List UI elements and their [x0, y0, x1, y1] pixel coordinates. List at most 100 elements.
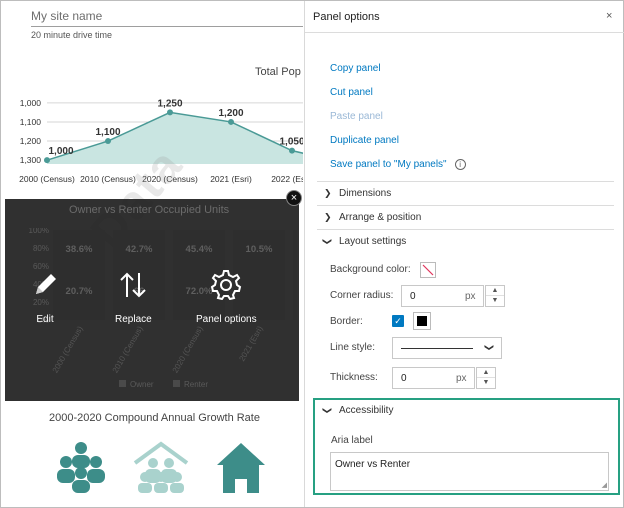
background-color-swatch[interactable] [420, 262, 436, 278]
save-panel-label: Save panel to "My panels" [330, 159, 447, 171]
data-point [44, 157, 50, 164]
data-label: 1,100 [95, 127, 120, 138]
bar-value-label: 10.5% [246, 244, 273, 255]
y-tick-label: 1,100 [20, 117, 42, 127]
growth-title: 2000-2020 Compound Annual Growth Rate [49, 412, 260, 424]
cut-panel-link[interactable]: Cut panel [330, 87, 373, 98]
stepper-up-icon[interactable]: ▲ [486, 286, 504, 296]
edit-label: Edit [36, 314, 54, 325]
data-label: 1,000 [48, 146, 73, 157]
stepper-up-icon[interactable]: ▲ [477, 368, 495, 378]
bar-column [293, 230, 297, 320]
y-tick-label: 1,200 [20, 136, 42, 146]
aria-label-textarea[interactable]: Owner vs Renter ◢ [330, 452, 609, 491]
chevron-down-icon: ❯ [484, 343, 495, 352]
corner-radius-unit: px [465, 291, 476, 302]
panel-options-overlay-button[interactable]: Panel options [196, 270, 257, 325]
duplicate-panel-link[interactable]: Duplicate panel [330, 135, 399, 146]
section-dimensions[interactable]: ❯ Dimensions [317, 181, 614, 205]
save-panel-link[interactable]: Save panel to "My panels" i [330, 159, 466, 170]
bar-value-label: 38.6% [66, 244, 93, 255]
info-icon[interactable]: i [454, 159, 466, 170]
pencil-icon [36, 274, 56, 294]
household-icon [133, 441, 189, 493]
section-accessibility-title[interactable]: Accessibility [339, 405, 393, 416]
copy-panel-link[interactable]: Copy panel [330, 63, 381, 74]
corner-radius-input[interactable]: 0 px [401, 285, 484, 307]
data-label: 1,250 [157, 98, 182, 109]
section-accessibility: ❯ Accessibility Aria label Owner vs Rent… [313, 398, 620, 495]
aria-label-value: Owner vs Renter [335, 459, 411, 470]
chevron-down-icon: ❯ [322, 237, 333, 246]
replace-panel-button[interactable]: Replace [115, 270, 152, 325]
owner-renter-bar-chart: 100%80%60%40%20%0%38.6%20.7%2000 (Census… [29, 228, 297, 389]
edit-panel-button[interactable]: Edit [30, 270, 60, 325]
border-checkbox[interactable]: ✓ [392, 315, 404, 327]
y-tick-label: 80% [33, 244, 49, 253]
growth-icons [57, 441, 265, 493]
section-layout-settings[interactable]: ❯ Layout settings [317, 229, 614, 253]
chevron-right-icon: ❯ [324, 188, 332, 198]
no-color-icon [422, 264, 434, 276]
corner-radius-value: 0 [410, 291, 416, 302]
x-tick-label: 2010 (Census) [80, 174, 136, 184]
data-point [105, 138, 111, 145]
legend-swatch [119, 380, 126, 387]
line-style-label: Line style: [330, 342, 376, 353]
border-color-swatch[interactable] [413, 312, 431, 330]
swap-arrows-icon [120, 272, 147, 298]
corner-radius-label: Corner radius: [330, 290, 394, 301]
paste-panel-link[interactable]: Paste panel [330, 111, 383, 122]
data-point [228, 118, 234, 125]
y-tick-label: 100% [29, 228, 49, 235]
legend-label: Renter [184, 380, 208, 389]
gear-icon [211, 270, 242, 300]
bar-value-label: 45.4% [186, 244, 213, 255]
thickness-label: Thickness: [330, 372, 378, 383]
data-label: 1,200 [218, 108, 243, 119]
x-tick-label: 2000 (Census) [19, 174, 75, 184]
line-style-select[interactable]: ❯ [392, 337, 502, 359]
panel-options-label: Panel options [196, 314, 257, 325]
site-name-title[interactable]: My site name [31, 9, 303, 27]
thickness-input[interactable]: 0 px [392, 367, 475, 389]
section-layout-title: Layout settings [339, 236, 407, 247]
section-arrange-title: Arrange & position [339, 212, 422, 223]
y-tick-label: 1,300 [20, 155, 42, 165]
bar-value-label: 42.7% [126, 244, 153, 255]
bar-value-label: 20.7% [66, 286, 93, 297]
panel-options-sidebar: Panel options × Copy panel Cut panel Pas… [304, 1, 624, 507]
resize-grip-icon[interactable]: ◢ [602, 481, 607, 489]
section-arrange-position[interactable]: ❯ Arrange & position [317, 205, 614, 229]
thickness-unit: px [456, 373, 467, 384]
x-tick-label: 2000 (Census) [51, 324, 85, 374]
x-tick-label: 2021 (Esri) [237, 324, 265, 363]
thickness-stepper[interactable]: ▲ ▼ [476, 367, 496, 389]
overlay-close-button[interactable]: × [286, 190, 302, 206]
x-tick-label: 2010 (Census) [111, 324, 145, 374]
house-icon [217, 443, 265, 493]
stepper-down-icon[interactable]: ▼ [486, 296, 504, 306]
section-dimensions-title: Dimensions [339, 188, 392, 199]
corner-radius-stepper[interactable]: ▲ ▼ [485, 285, 505, 307]
background-color-label: Background color: [330, 264, 411, 275]
chevron-right-icon: ❯ [324, 212, 332, 222]
aria-label-label: Aria label [331, 435, 373, 446]
stepper-down-icon[interactable]: ▼ [477, 378, 495, 388]
population-area-chart: 1,300 1,200 1,100 1,000 1,000 1,100 1,250 1,200… [19, 98, 303, 184]
data-point [167, 109, 173, 116]
chevron-down-icon[interactable]: ❯ [321, 407, 332, 415]
close-icon[interactable]: × [606, 10, 612, 22]
solid-line-preview [401, 348, 473, 349]
x-tick-label: 2022 (Esri) [271, 174, 303, 184]
border-label: Border: [330, 316, 363, 327]
legend-label: Owner [130, 380, 154, 389]
site-subtitle: 20 minute drive time [31, 30, 113, 40]
x-tick-label: 2020 (Census) [142, 174, 198, 184]
x-tick-label: 2020 (Census) [171, 324, 205, 374]
legend-swatch [173, 380, 180, 387]
panel-header: Panel options × [305, 1, 624, 33]
panel-title: Panel options [313, 11, 380, 23]
border-color-fill [417, 316, 427, 326]
line-chart-title: Total Pop [255, 66, 301, 78]
